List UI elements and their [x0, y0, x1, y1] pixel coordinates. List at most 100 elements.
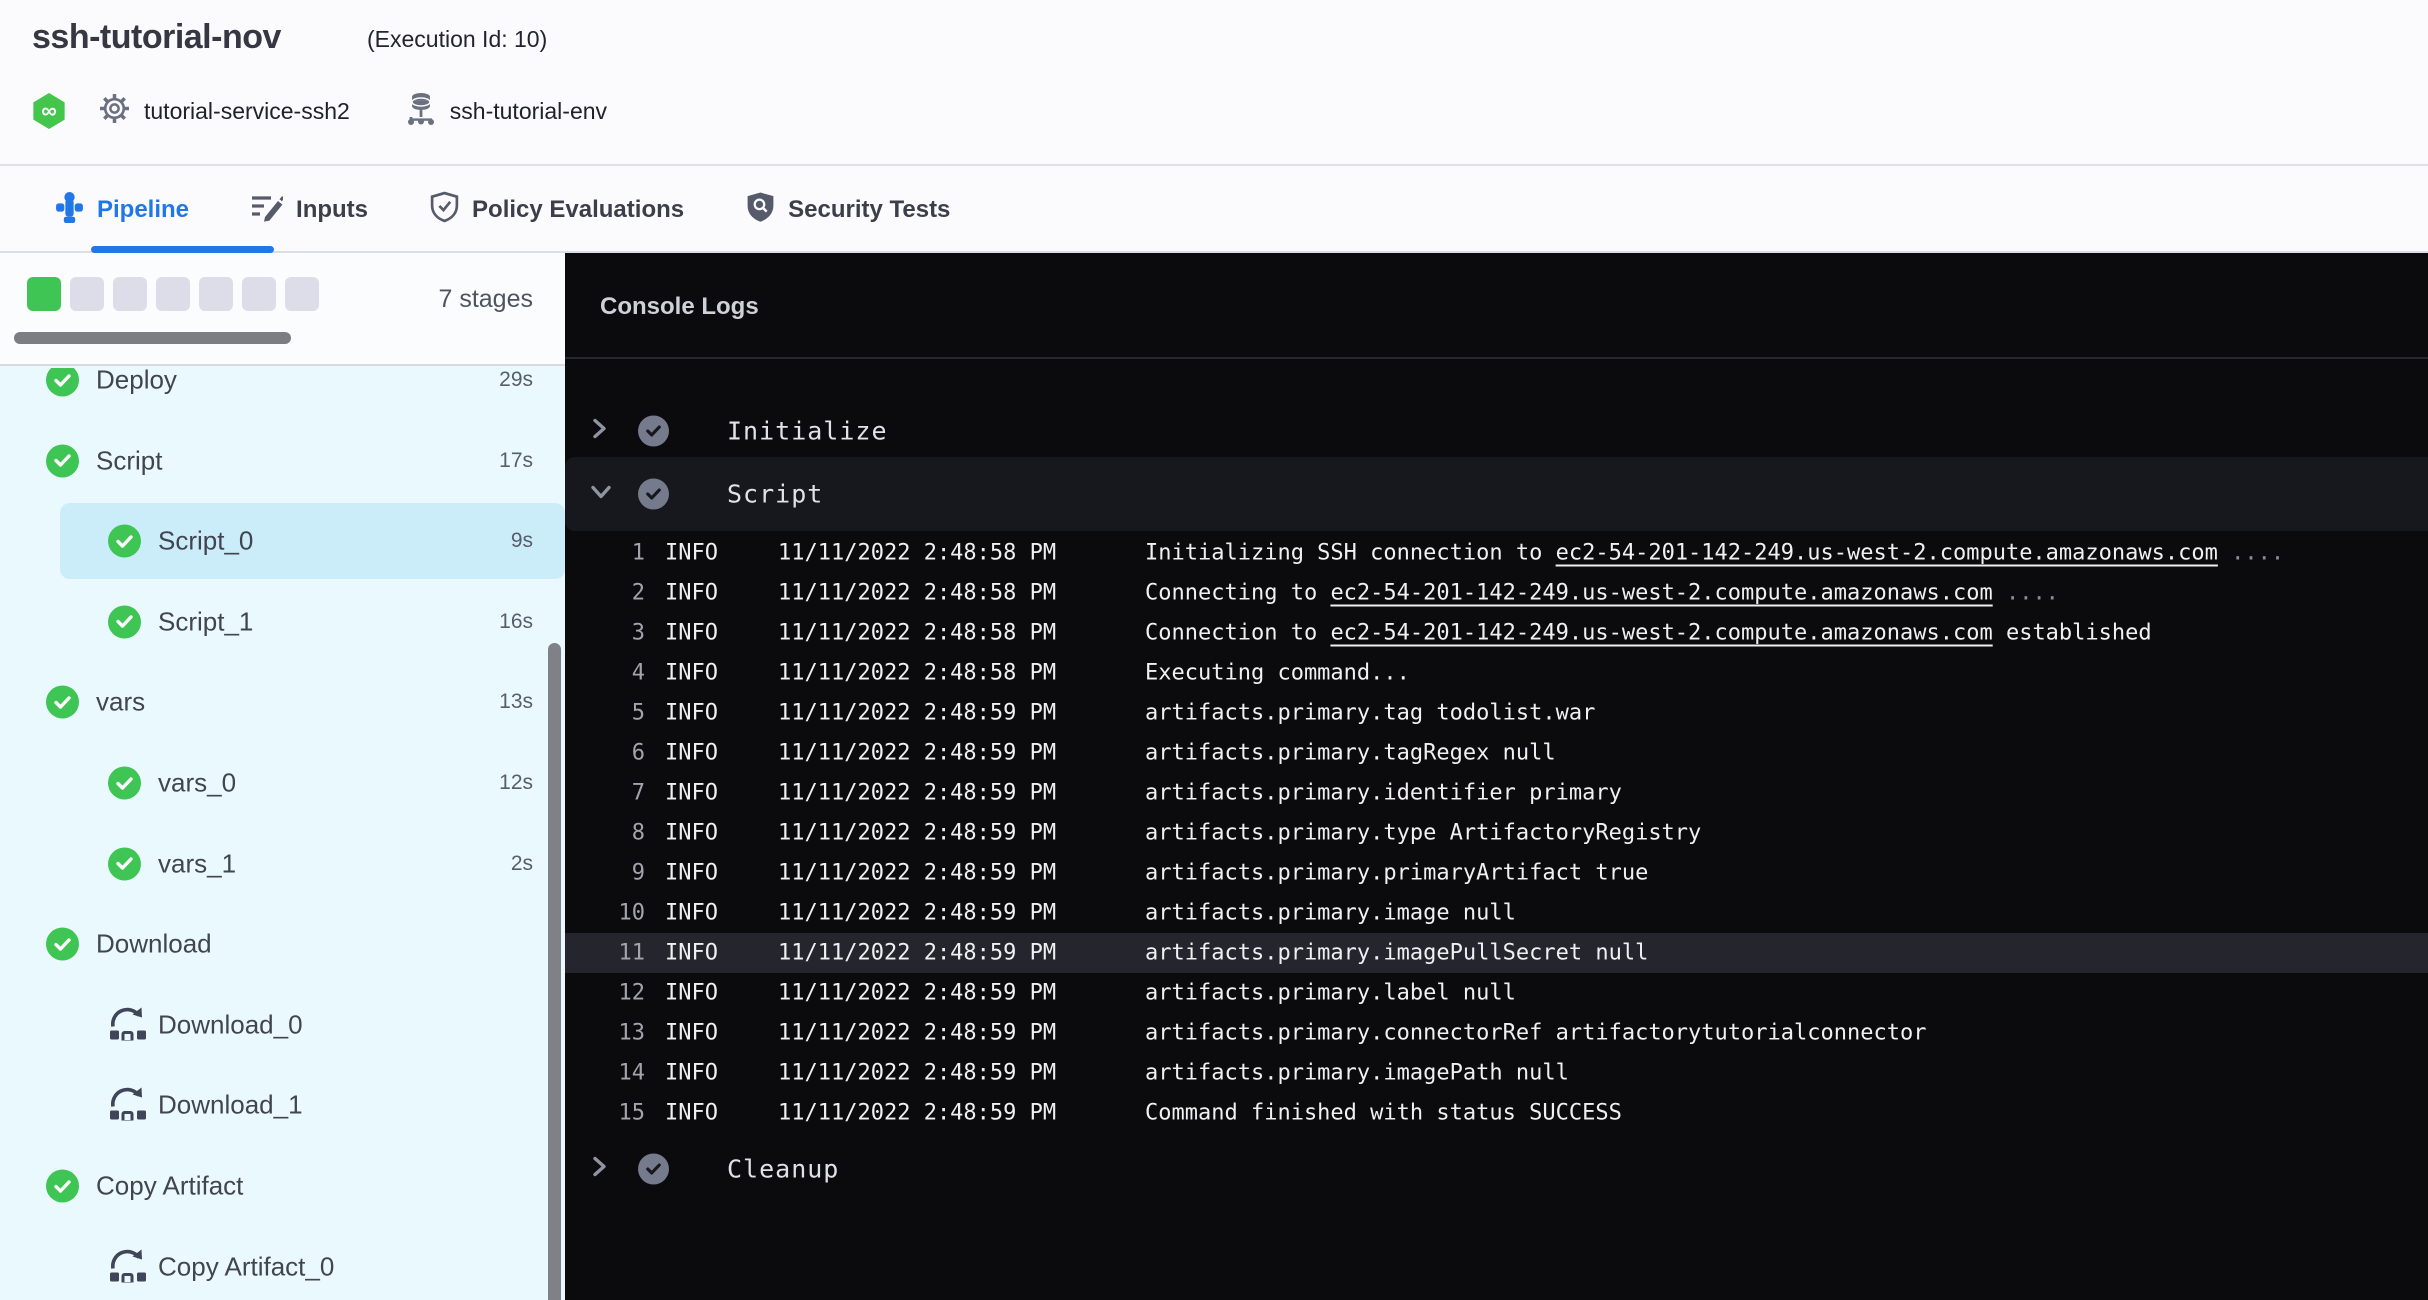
log-text: artifacts.primary.primaryArtifact true: [1145, 861, 1648, 886]
log-row[interactable]: 10INFO11/11/2022 2:48:59 PMartifacts.pri…: [565, 893, 2428, 933]
stage-row-script_0[interactable]: Script_0 9s: [0, 501, 565, 581]
log-row[interactable]: 9INFO11/11/2022 2:48:59 PMartifacts.prim…: [565, 853, 2428, 893]
vertical-scrollbar[interactable]: [548, 643, 561, 1300]
chevron-right-icon[interactable]: [587, 1153, 611, 1186]
stage-row-download[interactable]: Download: [0, 904, 565, 984]
stage-row-vars[interactable]: vars13s: [0, 662, 565, 742]
stage-row-vars_1[interactable]: vars_12s: [0, 824, 565, 904]
stage-label: Script_0: [158, 526, 253, 557]
tab-label: Inputs: [296, 196, 368, 224]
log-row[interactable]: 5INFO11/11/2022 2:48:59 PMartifacts.prim…: [565, 693, 2428, 733]
stage-square-pending: [156, 277, 190, 311]
stage-label: Download_1: [158, 1090, 303, 1121]
log-host-link[interactable]: ec2-54-201-142-249.us-west-2.compute.ama…: [1330, 581, 1992, 606]
chevron-down-icon[interactable]: [587, 480, 615, 509]
tab-label: Policy Evaluations: [472, 196, 684, 224]
stage-row-download_1[interactable]: Download_1: [0, 1065, 565, 1145]
stages-sidebar: 7 stages Deploy29sScript17sScript_09sScr…: [0, 253, 565, 1300]
stage-count-label: 7 stages: [438, 285, 533, 314]
log-message: Connection to ec2-54-201-142-249.us-west…: [1145, 621, 2152, 646]
success-check-icon: [108, 847, 141, 880]
stage-list: Deploy29sScript17sScript_09sScript_116sv…: [0, 368, 565, 1300]
log-timestamp: 11/11/2022 2:48:59 PM: [778, 981, 1056, 1006]
log-section-cleanup[interactable]: Cleanup: [565, 1146, 2428, 1192]
log-line-number: 9: [565, 861, 645, 886]
log-row[interactable]: 14INFO11/11/2022 2:48:59 PMartifacts.pri…: [565, 1053, 2428, 1093]
log-host-link[interactable]: ec2-54-201-142-249.us-west-2.compute.ama…: [1556, 541, 2218, 566]
horizontal-scrollbar[interactable]: [14, 332, 291, 344]
tab-policy-evaluations[interactable]: Policy Evaluations: [430, 168, 684, 251]
console-divider: [565, 357, 2428, 359]
stage-row-copy-artifact[interactable]: Copy Artifact: [0, 1146, 565, 1226]
stage-duration: 9s: [511, 529, 533, 553]
log-row[interactable]: 1INFO11/11/2022 2:48:58 PMInitializing S…: [565, 533, 2428, 573]
log-row[interactable]: 3INFO11/11/2022 2:48:58 PMConnection to …: [565, 613, 2428, 653]
log-timestamp: 11/11/2022 2:48:59 PM: [778, 1061, 1056, 1086]
stage-label: Download: [96, 929, 212, 960]
stage-row-script_1[interactable]: Script_116s: [0, 582, 565, 662]
log-level: INFO: [665, 661, 718, 686]
log-row[interactable]: 12INFO11/11/2022 2:48:59 PMartifacts.pri…: [565, 973, 2428, 1013]
stage-label: vars: [96, 687, 145, 718]
tab-pipeline[interactable]: Pipeline: [55, 168, 189, 251]
console-logs-title: Console Logs: [600, 293, 759, 321]
stage-square-pending: [199, 277, 233, 311]
section-label: Initialize: [727, 417, 888, 446]
log-timestamp: 11/11/2022 2:48:59 PM: [778, 1101, 1056, 1126]
execution-tabbar: Pipeline Inputs Policy Evaluations Security…: [0, 168, 2428, 253]
log-timestamp: 11/11/2022 2:48:59 PM: [778, 701, 1056, 726]
tab-security-tests[interactable]: Security Tests: [746, 168, 950, 251]
stage-row-vars_0[interactable]: vars_012s: [0, 743, 565, 823]
log-line-number: 12: [565, 981, 645, 1006]
stage-square-completed: [27, 277, 61, 311]
log-level: INFO: [665, 1021, 718, 1046]
section-label: Cleanup: [727, 1155, 839, 1184]
log-message: artifacts.primary.imagePullSecret null: [1145, 941, 1648, 966]
execution-header: ssh-tutorial-nov (Execution Id: 10) ∞: [0, 0, 2428, 166]
log-line-number: 5: [565, 701, 645, 726]
service-name[interactable]: tutorial-service-ssh2: [144, 98, 350, 125]
log-timestamp: 11/11/2022 2:48:59 PM: [778, 741, 1056, 766]
log-row[interactable]: 8INFO11/11/2022 2:48:59 PMartifacts.prim…: [565, 813, 2428, 853]
success-check-icon: [46, 368, 79, 397]
log-message: artifacts.primary.type ArtifactoryRegist…: [1145, 821, 1701, 846]
log-level: INFO: [665, 901, 718, 926]
log-text: ....: [2218, 541, 2284, 566]
log-row[interactable]: 6INFO11/11/2022 2:48:59 PMartifacts.prim…: [565, 733, 2428, 773]
stage-label: vars_1: [158, 848, 236, 879]
log-timestamp: 11/11/2022 2:48:58 PM: [778, 581, 1056, 606]
log-text: Command finished with status SUCCESS: [1145, 1101, 1622, 1126]
tab-label: Security Tests: [788, 196, 950, 224]
log-message: Executing command...: [1145, 661, 1410, 686]
log-row[interactable]: 4INFO11/11/2022 2:48:58 PMExecuting comm…: [565, 653, 2428, 693]
stage-label: vars_0: [158, 768, 236, 799]
stage-row-script[interactable]: Script17s: [0, 421, 565, 501]
log-row[interactable]: 7INFO11/11/2022 2:48:59 PMartifacts.prim…: [565, 773, 2428, 813]
stage-row-deploy[interactable]: Deploy29s: [0, 368, 565, 420]
tab-inputs[interactable]: Inputs: [251, 168, 368, 251]
retry-steps-icon: [108, 1085, 149, 1126]
gear-icon: [99, 93, 130, 129]
log-message: artifacts.primary.identifier primary: [1145, 781, 1622, 806]
log-text: artifacts.primary.identifier primary: [1145, 781, 1622, 806]
log-row[interactable]: 2INFO11/11/2022 2:48:58 PMConnecting to …: [565, 573, 2428, 613]
log-level: INFO: [665, 1061, 718, 1086]
section-success-check-icon: [638, 416, 669, 447]
chevron-right-icon[interactable]: [587, 415, 611, 448]
log-host-link[interactable]: ec2-54-201-142-249.us-west-2.compute.ama…: [1330, 621, 1992, 646]
success-check-icon: [108, 605, 141, 638]
log-section-initialize[interactable]: Initialize: [565, 408, 2428, 454]
log-row[interactable]: 11INFO11/11/2022 2:48:59 PMartifacts.pri…: [565, 933, 2428, 973]
log-text: Connecting to: [1145, 581, 1330, 606]
retry-steps-icon: [108, 1246, 149, 1287]
log-row[interactable]: 13INFO11/11/2022 2:48:59 PMartifacts.pri…: [565, 1013, 2428, 1053]
log-row[interactable]: 15INFO11/11/2022 2:48:59 PMCommand finis…: [565, 1093, 2428, 1133]
environment-name[interactable]: ssh-tutorial-env: [450, 98, 607, 125]
log-section-script[interactable]: Script: [565, 457, 2428, 531]
stage-row-copy-artifact_0[interactable]: Copy Artifact_0: [0, 1227, 565, 1300]
log-timestamp: 11/11/2022 2:48:59 PM: [778, 941, 1056, 966]
log-level: INFO: [665, 701, 718, 726]
log-line-number: 7: [565, 781, 645, 806]
stage-row-download_0[interactable]: Download_0: [0, 985, 565, 1065]
section-label: Script: [727, 480, 823, 509]
